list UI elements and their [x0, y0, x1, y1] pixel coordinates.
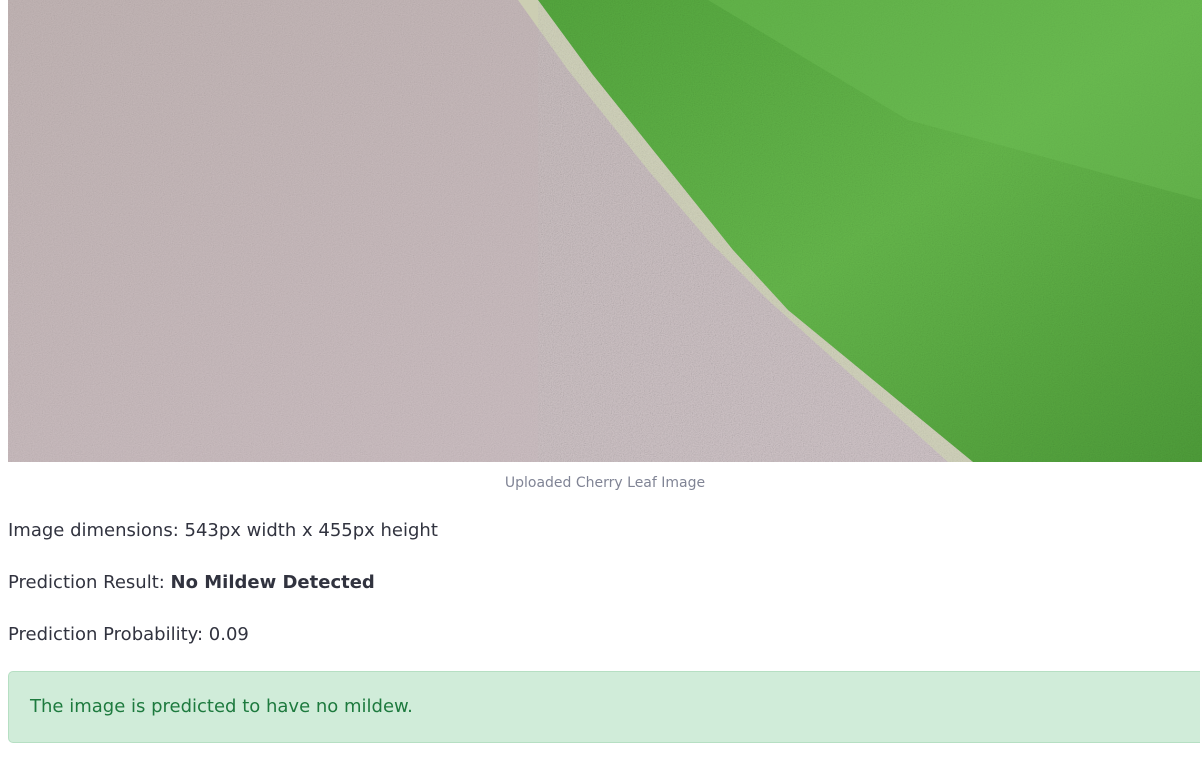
prediction-probability-text: Prediction Probability: 0.09 [8, 624, 249, 645]
uploaded-leaf-image [8, 0, 1202, 462]
prediction-result-value: No Mildew Detected [170, 572, 375, 593]
success-alert-message: The image is predicted to have no mildew… [30, 696, 413, 717]
image-dimensions-text: Image dimensions: 543px width x 455px he… [8, 520, 438, 541]
success-alert: The image is predicted to have no mildew… [8, 671, 1200, 743]
app-main: Uploaded Cherry Leaf Image Image dimensi… [0, 0, 1202, 761]
image-caption: Uploaded Cherry Leaf Image [504, 475, 706, 491]
prediction-result-line: Prediction Result: No Mildew Detected [8, 570, 375, 596]
leaf-image-graphic [8, 0, 1202, 462]
prediction-result-label: Prediction Result: [8, 572, 171, 593]
